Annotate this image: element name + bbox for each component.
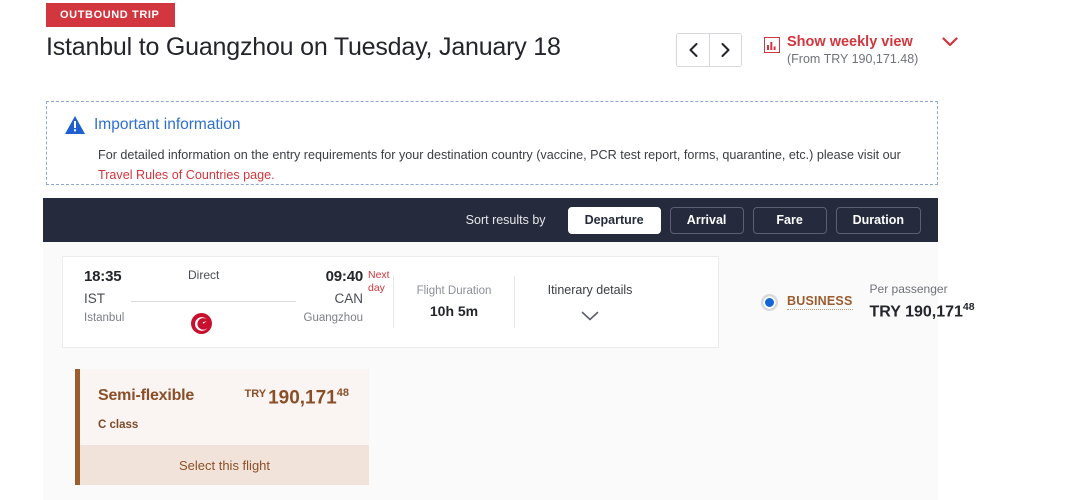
travel-rules-link[interactable]: Travel Rules of Countries page.: [98, 168, 275, 182]
fare-option-card[interactable]: Semi-flexible TRY190,17148 C class Selec…: [75, 369, 369, 485]
stops-label: Direct: [188, 268, 219, 282]
next-day-button[interactable]: [709, 34, 741, 66]
per-passenger-label: Per passenger: [870, 282, 975, 296]
important-information-banner: Important information For detailed infor…: [46, 101, 938, 185]
page-title: Istanbul to Guangzhou on Tuesday, Januar…: [46, 33, 561, 62]
itinerary-details-toggle[interactable]: Itinerary details: [515, 283, 665, 321]
chevron-right-icon: [721, 43, 730, 57]
departure-block: 18:35 IST Istanbul: [84, 268, 124, 324]
weekly-view-from-price: (From TRY 190,171.48): [787, 52, 918, 68]
fare-amount: 190,171: [268, 387, 337, 408]
fare-price: TRY190,17148: [244, 387, 349, 409]
cabin-radio-business[interactable]: [761, 294, 778, 311]
sort-bar: Sort results by Departure Arrival Fare D…: [43, 198, 938, 242]
cabin-price-block: Per passenger TRY 190,17148: [870, 282, 975, 321]
fare-class-label: C class: [80, 409, 369, 431]
arrival-city: Guangzhou: [293, 312, 363, 324]
arrival-airport-code: CAN: [293, 291, 363, 306]
bar-chart-icon: [764, 37, 780, 53]
turkish-airlines-logo: [191, 313, 212, 334]
arrival-block: 09:40 CAN Guangzhou: [293, 268, 363, 324]
flight-result-row[interactable]: 18:35 IST Istanbul Direct 09:40 CAN Guan…: [62, 256, 719, 348]
chevron-down-icon: [581, 311, 599, 321]
cabin-name-business: BUSINESS: [787, 294, 853, 310]
previous-day-button[interactable]: [677, 34, 709, 66]
date-nav-buttons: [676, 33, 742, 67]
flight-duration-block: Flight Duration 10h 5m: [394, 285, 514, 319]
chevron-down-icon[interactable]: [942, 37, 958, 47]
route-line: [131, 301, 296, 302]
cabin-selection-panel[interactable]: BUSINESS Per passenger TRY 190,17148: [730, 256, 920, 348]
cabin-price-cents: 48: [963, 301, 975, 313]
arrival-time: 09:40: [293, 268, 363, 285]
departure-city: Istanbul: [84, 312, 124, 324]
departure-airport-code: IST: [84, 291, 124, 306]
warning-triangle-icon: [65, 116, 85, 134]
flight-results-container: 18:35 IST Istanbul Direct 09:40 CAN Guan…: [43, 242, 938, 500]
weekly-view-label: Show weekly view: [787, 33, 918, 51]
info-banner-text: For detailed information on the entry re…: [98, 148, 901, 162]
chevron-left-icon: [689, 43, 698, 57]
sort-button-duration[interactable]: Duration: [836, 207, 921, 234]
sort-button-arrival[interactable]: Arrival: [670, 207, 744, 234]
info-banner-title: Important information: [94, 116, 240, 134]
flight-search-results-page: OUTBOUND TRIP Istanbul to Guangzhou on T…: [0, 0, 1080, 500]
flight-segment-summary: 18:35 IST Istanbul Direct 09:40 CAN Guan…: [63, 266, 393, 338]
cabin-price-amount: TRY 190,171: [870, 304, 963, 321]
outbound-trip-badge: OUTBOUND TRIP: [46, 3, 175, 27]
cabin-price: TRY 190,17148: [870, 301, 975, 321]
flight-duration-label: Flight Duration: [394, 285, 514, 297]
fare-name: Semi-flexible: [98, 387, 194, 405]
info-banner-body: For detailed information on the entry re…: [65, 146, 919, 185]
fare-currency: TRY: [244, 388, 266, 400]
next-day-badge: Next day: [368, 269, 398, 294]
sort-button-departure[interactable]: Departure: [568, 207, 661, 234]
select-this-flight-button[interactable]: Select this flight: [80, 445, 369, 485]
flight-duration-value: 10h 5m: [394, 303, 514, 319]
sort-results-label: Sort results by: [466, 213, 546, 227]
show-weekly-view-control[interactable]: Show weekly view (From TRY 190,171.48): [764, 33, 958, 68]
fare-cents: 48: [337, 387, 349, 399]
itinerary-details-label: Itinerary details: [515, 283, 665, 297]
header-controls: Show weekly view (From TRY 190,171.48): [676, 33, 958, 68]
departure-time: 18:35: [84, 268, 124, 285]
sort-button-fare[interactable]: Fare: [753, 207, 827, 234]
